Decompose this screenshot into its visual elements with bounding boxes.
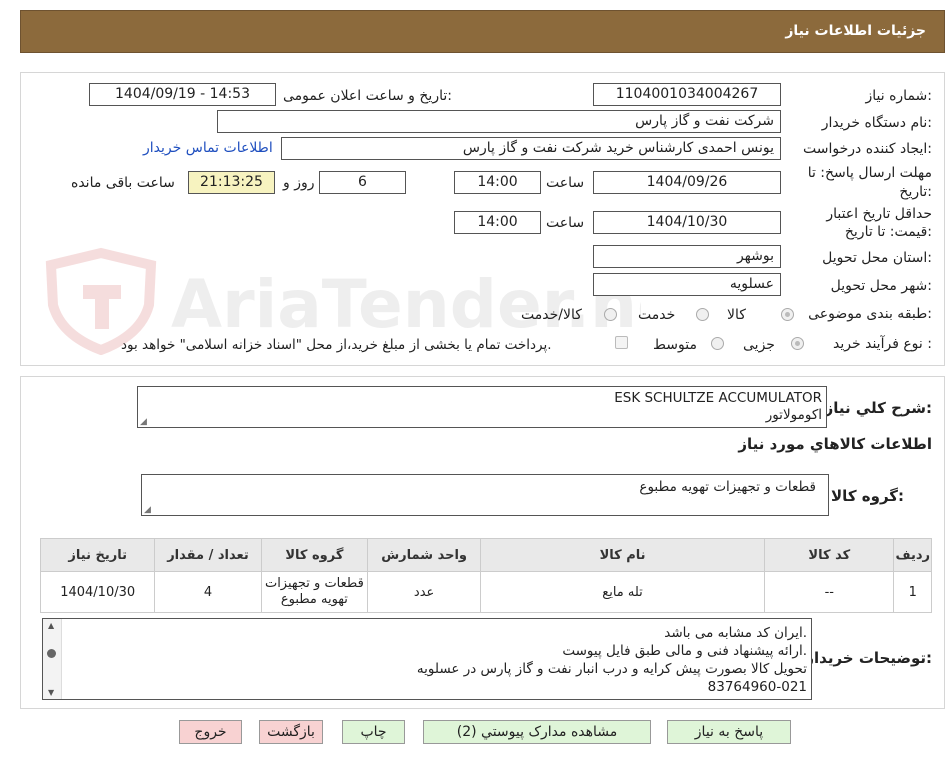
- category-label: طبقه بندی موضوعی:: [808, 306, 932, 322]
- col-header-group: گروه کالا: [260, 538, 369, 572]
- validity-date-field: 1404/10/30: [593, 211, 781, 234]
- deadline-time-field: 14:00: [454, 171, 541, 194]
- summary-label: شرح کلي نياز:: [824, 399, 932, 417]
- print-button[interactable]: چاپ: [342, 720, 405, 744]
- deadline-date-field: 1404/09/26: [593, 171, 781, 194]
- category-option-both: کالا/خدمت: [521, 307, 582, 323]
- process-radio-small[interactable]: [791, 337, 804, 350]
- cell-unit: عدد: [367, 571, 481, 613]
- cell-group-line-1: قطعات و تجهیزات: [264, 576, 364, 591]
- province-field: بوشهر: [593, 245, 781, 268]
- cell-name: تله مایع: [479, 571, 766, 613]
- cell-code: --: [764, 571, 895, 613]
- remaining-label: ساعت باقی مانده: [71, 175, 175, 191]
- col-header-row-number: رديف: [893, 538, 932, 572]
- watermark-text: AriaTender.neT: [171, 266, 641, 343]
- buyer-org-field: شرکت نفت و گاز پارس: [217, 110, 781, 133]
- cell-group-line-2: تهویه مطبوع: [280, 592, 348, 607]
- table-row[interactable]: 1 -- تله مایع عدد قطعات و تجهیزات تهویه …: [39, 571, 932, 613]
- announce-label: تاریخ و ساعت اعلان عمومی:: [283, 88, 452, 104]
- deadline-time-label: ساعت: [546, 175, 585, 191]
- summary-line-1: ESK SCHULTZE ACCUMULATOR: [614, 390, 822, 406]
- validity-label-date: قیمت: تا تاریخ:: [844, 224, 932, 240]
- resize-grip-icon[interactable]: ◢: [144, 505, 151, 515]
- creator-field: یونس احمدی کارشناس خرید شرکت نفت و گاز پ…: [281, 137, 781, 160]
- treasury-note: پرداخت تمام یا بخشی از مبلغ خرید،از محل …: [121, 337, 552, 353]
- need-number-field: 1104001034004267: [593, 83, 781, 106]
- items-section-title: اطلاعات کالاهاي مورد نياز: [738, 435, 932, 453]
- page-title: جزئیات اطلاعات نیاز: [785, 23, 926, 39]
- announce-field: 1404/09/19 - 14:53: [89, 83, 276, 106]
- province-label: استان محل تحویل:: [822, 250, 932, 266]
- validity-label: حداقل تاریخ اعتبار: [826, 206, 932, 222]
- buyer-contact-link[interactable]: اطلاعات تماس خریدار: [143, 140, 273, 156]
- reply-button[interactable]: پاسخ به نیاز: [667, 720, 791, 744]
- cell-date: 1404/10/30: [39, 571, 156, 613]
- summary-textarea[interactable]: ESK SCHULTZE ACCUMULATOR اکومولاتور ◢: [137, 386, 827, 428]
- city-field: عسلویه: [593, 273, 781, 296]
- process-label: نوع فرآیند خرید :: [833, 336, 932, 352]
- creator-label: ایجاد کننده درخواست:: [803, 141, 932, 157]
- col-header-qty: تعداد / مقدار: [154, 538, 262, 572]
- days-remaining-field: 6: [319, 171, 406, 194]
- category-radio-both[interactable]: [604, 308, 617, 321]
- summary-line-2: اکومولاتور: [765, 407, 822, 423]
- goods-group-label: گروه کالا:: [831, 487, 904, 505]
- category-option-goods: کالا: [727, 307, 746, 323]
- category-radio-goods[interactable]: [781, 308, 794, 321]
- details-panel: شرح کلي نياز: ESK SCHULTZE ACCUMULATOR ا…: [20, 376, 945, 709]
- resize-grip-icon[interactable]: ◢: [140, 417, 147, 427]
- deadline-label-date: تاریخ:: [899, 184, 932, 200]
- remaining-time-field: 21:13:25: [188, 171, 275, 194]
- cell-group: قطعات و تجهیزات تهویه مطبوع: [260, 571, 369, 613]
- need-number-label: شماره نیاز:: [865, 88, 932, 104]
- cell-row-number: 1: [893, 571, 932, 613]
- col-header-code: کد کالا: [764, 538, 895, 572]
- view-attachments-button[interactable]: مشاهده مدارک پیوستي (2): [423, 720, 651, 744]
- process-radio-medium[interactable]: [711, 337, 724, 350]
- exit-button[interactable]: خروج: [179, 720, 242, 744]
- page-header: جزئیات اطلاعات نیاز: [20, 10, 945, 53]
- process-option-medium: متوسط: [653, 337, 697, 353]
- category-radio-service[interactable]: [696, 308, 709, 321]
- info-panel: AriaTender.neT شماره نیاز: 1104001034004…: [20, 72, 945, 366]
- days-label: روز و: [283, 175, 315, 191]
- buyer-notes-label: توضیحات خریدار:: [805, 649, 932, 667]
- buyer-notes-textarea[interactable]: ایران کد مشابه می باشد. ارائه پیشنهاد فن…: [42, 618, 812, 700]
- col-header-unit: واحد شمارش: [367, 538, 481, 572]
- back-button[interactable]: بازگشت: [259, 720, 323, 744]
- notes-scrollbar[interactable]: ▲ ▼: [43, 619, 62, 699]
- buyer-org-label: نام دستگاه خریدار:: [821, 115, 932, 131]
- buyer-note-line: 83764960-021: [707, 679, 807, 695]
- treasury-checkbox[interactable]: [615, 336, 628, 349]
- items-table: رديف کد کالا نام کالا واحد شمارش گروه کا…: [39, 538, 932, 613]
- city-label: شهر محل تحویل:: [830, 278, 932, 294]
- validity-time-label: ساعت: [546, 215, 585, 231]
- goods-group-value: قطعات و تجهیزات تهویه مطبوع: [639, 479, 816, 495]
- cell-qty: 4: [154, 571, 262, 613]
- buyer-note-line: ایران کد مشابه می باشد.: [664, 625, 807, 641]
- scroll-thumb[interactable]: [47, 649, 56, 658]
- col-header-name: نام کالا: [479, 538, 766, 572]
- scroll-up-icon[interactable]: ▲: [48, 621, 54, 630]
- validity-time-field: 14:00: [454, 211, 541, 234]
- buyer-note-line: ارائه پیشنهاد فنی و مالی طبق فایل پیوست.: [562, 643, 807, 659]
- buyer-note-line: تحویل کالا بصورت پیش کرایه و درب انبار ن…: [416, 661, 807, 677]
- table-header-row: رديف کد کالا نام کالا واحد شمارش گروه کا…: [39, 538, 932, 572]
- process-option-small: جزیی: [743, 337, 775, 353]
- scroll-down-icon[interactable]: ▼: [48, 688, 54, 697]
- goods-group-textarea[interactable]: قطعات و تجهیزات تهویه مطبوع ◢: [141, 474, 829, 516]
- deadline-label: مهلت ارسال پاسخ: تا: [807, 165, 932, 181]
- col-header-date: تاريخ نياز: [39, 538, 156, 572]
- category-option-service: خدمت: [638, 307, 676, 323]
